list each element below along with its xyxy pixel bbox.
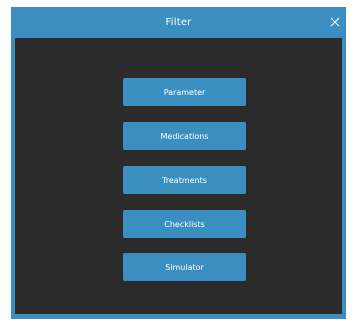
close-icon[interactable] [328,15,342,29]
medications-button[interactable]: Medications [123,122,246,150]
checklists-button[interactable]: Checklists [123,210,246,238]
title-bar: Filter [11,7,346,38]
parameter-button[interactable]: Parameter [123,78,246,106]
dialog-content: Parameter Medications Treatments Checkli… [15,38,342,314]
treatments-button[interactable]: Treatments [123,166,246,194]
simulator-button[interactable]: Simulator [123,253,246,281]
dialog-title: Filter [165,17,192,28]
filter-dialog: Filter Parameter Medications Treatments … [11,7,346,319]
